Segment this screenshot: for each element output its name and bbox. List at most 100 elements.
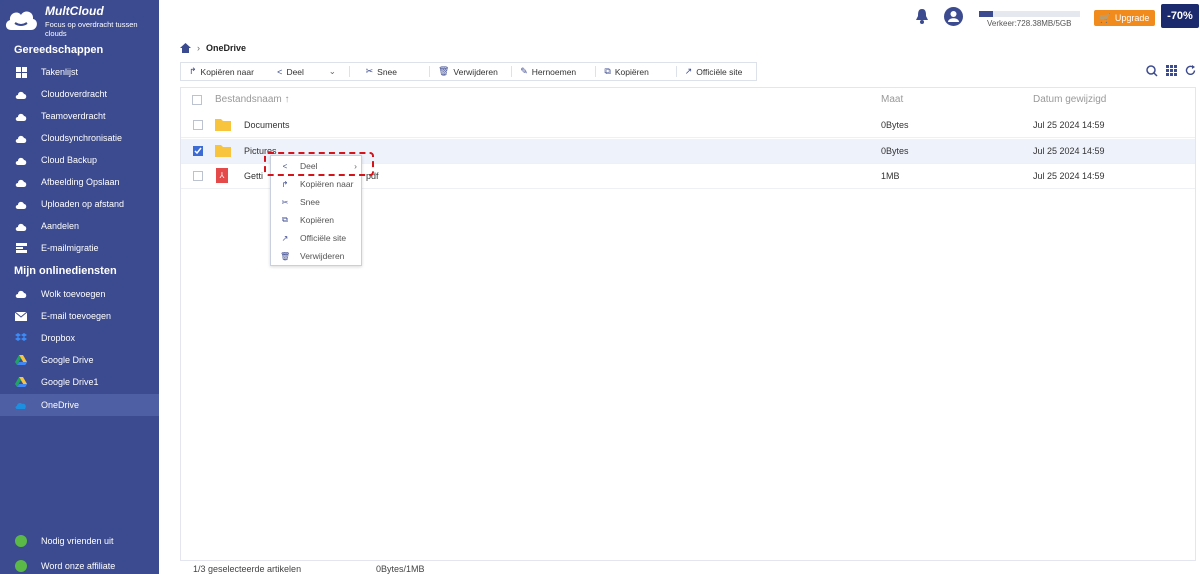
section-services-title: Mijn onlinediensten: [14, 265, 117, 277]
cut-button[interactable]: ✂ Snee: [350, 63, 429, 80]
file-size: 0Bytes: [881, 146, 909, 156]
copy-to-label: Kopiëren naar: [200, 66, 254, 77]
column-header-date[interactable]: Datum gewijzigd: [1033, 94, 1106, 105]
sidebar-item-label: Aandelen: [41, 221, 80, 231]
search-icon[interactable]: [1146, 65, 1158, 77]
sidebar-item-dropbox[interactable]: Dropbox: [0, 327, 159, 349]
column-header-name[interactable]: Bestandsnaam ↑: [215, 94, 290, 105]
sidebar-item-label: Wolk toevoegen: [41, 289, 106, 299]
sidebar-item-aandelen[interactable]: Aandelen: [0, 215, 159, 237]
sidebar-item-e-mailmigratie[interactable]: E-mailmigratie: [0, 237, 159, 259]
sidebar-item-google-drive[interactable]: Google Drive: [0, 349, 159, 371]
remote-upload-icon: [15, 198, 27, 210]
context-item-official-site[interactable]: ↗ Officiële site: [271, 229, 363, 247]
sidebar-item-takenlijst[interactable]: Takenlijst: [0, 61, 159, 83]
sidebar-item-label: E-mailmigratie: [41, 243, 99, 253]
home-icon[interactable]: [180, 43, 191, 53]
context-item-delete[interactable]: 🗑 Verwijderen: [271, 247, 363, 265]
sidebar-item-onedrive[interactable]: OneDrive: [0, 394, 159, 416]
context-item-copy-to[interactable]: ↱ Kopiëren naar: [271, 175, 363, 193]
dropbox-icon: [15, 332, 27, 344]
copy-button[interactable]: ⧉ Kopiëren: [596, 63, 675, 80]
sidebar-item-google-drive1[interactable]: Google Drive1: [0, 371, 159, 393]
sidebar-item-label: Teamoverdracht: [41, 111, 106, 121]
official-site-label: Officiële site: [696, 66, 743, 77]
user-avatar[interactable]: [944, 7, 963, 26]
rename-button[interactable]: ✎ Hernoemen: [512, 63, 595, 80]
external-arrow-icon: ↗: [684, 66, 693, 76]
email-migration-icon: [15, 242, 27, 254]
grid-view-icon[interactable]: [1166, 65, 1177, 76]
invite-friends-label: Nodig vrienden uit: [41, 536, 114, 546]
file-size: 0Bytes: [881, 120, 909, 130]
breadcrumb: › OneDrive: [180, 43, 246, 53]
sidebar-item-label: OneDrive: [41, 400, 80, 410]
share-button[interactable]: < Deel: [269, 63, 321, 80]
sidebar-item-label: Afbeelding Opslaan: [41, 177, 120, 187]
sidebar-item-teamoverdracht[interactable]: Teamoverdracht: [0, 105, 159, 127]
sidebar-item-label: Uploaden op afstand: [41, 199, 125, 209]
row-checkbox[interactable]: [193, 171, 203, 181]
upgrade-button[interactable]: 🛒 Upgrade: [1094, 10, 1155, 26]
add-email-icon: [15, 310, 27, 322]
copy-icon: ⧉: [282, 215, 288, 224]
app-tagline: Focus op overdracht tussen clouds: [45, 20, 138, 38]
copy-to-icon: ↱: [281, 179, 289, 189]
context-item-cut[interactable]: ✂ Snee: [271, 193, 363, 211]
sidebar-item-cloudoverdracht[interactable]: Cloudoverdracht: [0, 83, 159, 105]
share-icon: <: [277, 66, 283, 77]
top-bar: [159, 0, 1200, 36]
user-icon: [948, 11, 959, 22]
image-save-icon: [15, 176, 27, 188]
cart-icon: 🛒: [1099, 12, 1111, 23]
sidebar-item-afbeelding-opslaan[interactable]: Afbeelding Opslaan: [0, 171, 159, 193]
promo-badge[interactable]: -70%: [1161, 4, 1199, 28]
file-name: Documents: [244, 120, 290, 130]
breadcrumb-current: OneDrive: [206, 43, 247, 53]
column-header-size[interactable]: Maat: [881, 94, 903, 105]
affiliate-link[interactable]: Word onze affiliate: [15, 560, 115, 572]
team-transfer-icon: [15, 110, 27, 122]
chevron-down-icon: ⌄: [328, 66, 336, 76]
sort-up-icon: ↑: [284, 94, 290, 105]
sidebar-item-uploaden-op-afstand[interactable]: Uploaden op afstand: [0, 193, 159, 215]
delete-label: Verwijderen: [453, 66, 498, 77]
google-drive-icon: [15, 376, 27, 388]
selection-status: 1/3 geselecteerde artikelen: [193, 564, 302, 574]
sidebar-item-cloud-backup[interactable]: Cloud Backup: [0, 149, 159, 171]
trash-icon: 🗑: [437, 66, 450, 76]
copy-to-button[interactable]: ↱ Kopiëren naar: [181, 63, 269, 80]
official-site-button[interactable]: ↗ Officiële site: [677, 63, 756, 80]
google-drive-icon: [15, 354, 27, 366]
copy-icon: ⧉: [604, 66, 611, 76]
select-all-checkbox[interactable]: [192, 95, 202, 105]
context-item-label: Snee: [300, 197, 320, 207]
share-dropdown-toggle[interactable]: ⌄: [321, 63, 349, 80]
refresh-icon[interactable]: [1185, 65, 1196, 76]
context-item-copy[interactable]: ⧉ Kopiëren: [271, 211, 363, 229]
copy-to-icon: ↱: [189, 66, 197, 76]
sidebar-item-wolk-toevoegen[interactable]: Wolk toevoegen: [0, 283, 159, 305]
sidebar-item-label: Dropbox: [41, 333, 76, 343]
sidebar-item-e-mail-toevoegen[interactable]: E-mail toevoegen: [0, 305, 159, 327]
row-checkbox[interactable]: [193, 146, 203, 156]
delete-button[interactable]: 🗑 Verwijderen: [430, 63, 511, 80]
traffic-text: Verkeer:728.38MB/5GB: [987, 19, 1072, 28]
folder-icon: [215, 119, 231, 131]
onedrive-icon: [15, 399, 27, 411]
table-row[interactable]: Documents 0Bytes Jul 25 2024 14:59: [181, 113, 1195, 138]
bell-icon[interactable]: [915, 8, 929, 24]
row-checkbox[interactable]: [193, 120, 203, 130]
pdf-file-icon: ⅄: [216, 168, 228, 183]
invite-friends-link[interactable]: Nodig vrienden uit: [15, 535, 114, 547]
sidebar: MultCloud Focus op overdracht tussen clo…: [0, 0, 159, 574]
cloud-backup-icon: [15, 154, 27, 166]
highlight-box: [264, 152, 374, 176]
column-name-label: Bestandsnaam: [215, 94, 282, 105]
sidebar-item-cloudsynchronisatie[interactable]: Cloudsynchronisatie: [0, 127, 159, 149]
affiliate-label: Word onze affiliate: [41, 561, 116, 571]
share-label: Deel: [286, 66, 304, 77]
rename-label: Hernoemen: [531, 66, 577, 77]
app-name: MultCloud: [45, 4, 104, 18]
logo[interactable]: MultCloud Focus op overdracht tussen clo…: [0, 0, 159, 40]
